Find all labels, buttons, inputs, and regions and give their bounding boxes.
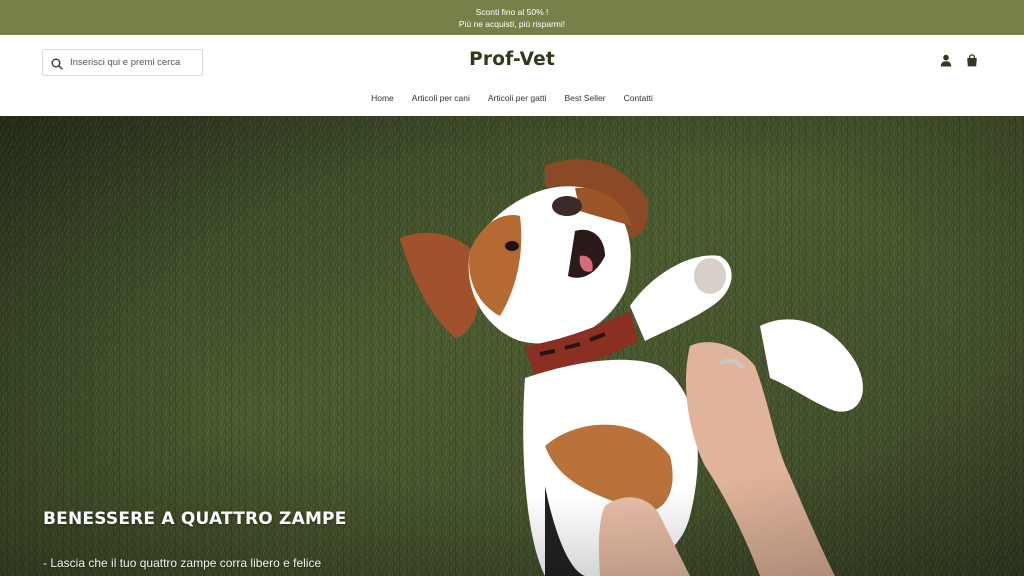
hero-banner[interactable]: BENESSERE A QUATTRO ZAMPE - Lascia che i… xyxy=(0,116,1024,576)
site-logo[interactable]: Prof-Vet xyxy=(0,49,1024,70)
user-icon[interactable] xyxy=(940,54,952,67)
hero-subtitle: - Lascia che il tuo quattro zampe corra … xyxy=(43,556,322,570)
main-nav: Home Articoli per cani Articoli per gatt… xyxy=(0,93,1024,103)
shopping-bag-icon[interactable] xyxy=(966,54,978,67)
hero-image xyxy=(0,116,1024,576)
logo-text[interactable]: Prof-Vet xyxy=(469,49,555,70)
hero-title: BENESSERE A QUATTRO ZAMPE xyxy=(43,509,347,529)
nav-item-best-seller[interactable]: Best Seller xyxy=(564,93,605,103)
announcement-bar: Sconti fino al 50% ! Più ne acquisti, pi… xyxy=(0,0,1024,35)
announcement-line-2: Più ne acquisti, più risparmi! xyxy=(458,18,566,29)
nav-item-cats[interactable]: Articoli per gatti xyxy=(488,93,547,103)
nav-item-contacts[interactable]: Contatti xyxy=(624,93,653,103)
announcement-line-1: Sconti fino al 50% ! xyxy=(475,6,549,17)
nav-item-dogs[interactable]: Articoli per cani xyxy=(412,93,470,103)
site-header: Prof-Vet Home Articoli per cani Articoli… xyxy=(0,35,1024,116)
nav-item-home[interactable]: Home xyxy=(371,93,394,103)
header-actions xyxy=(940,54,978,67)
